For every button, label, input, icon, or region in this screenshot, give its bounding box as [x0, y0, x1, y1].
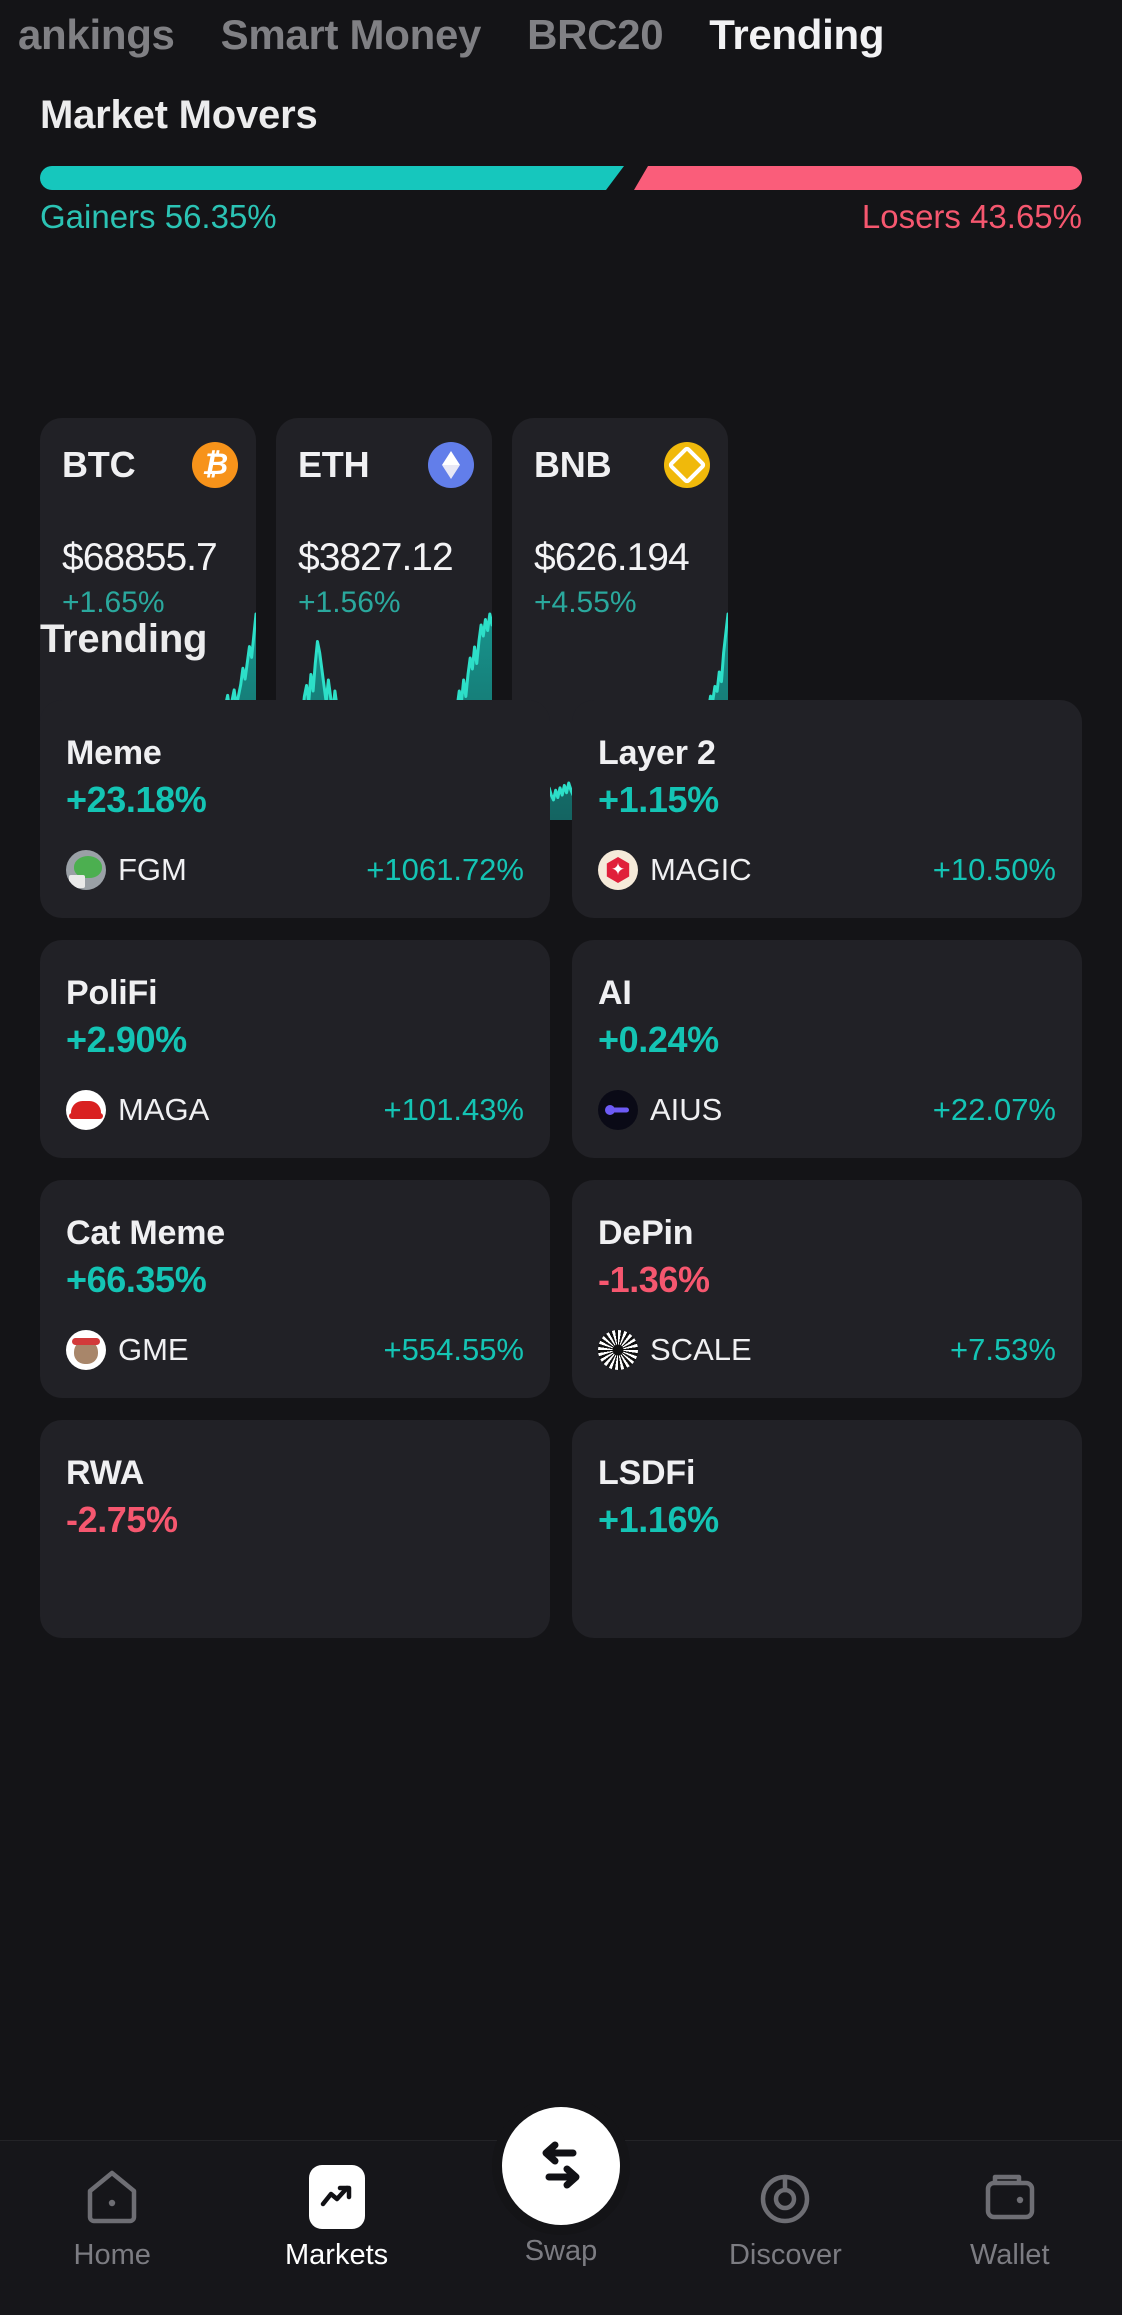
token-symbol: MAGIC — [650, 852, 752, 887]
token-change: +101.43% — [383, 1092, 524, 1127]
category-change: -1.36% — [598, 1259, 710, 1300]
nav-item-home[interactable]: Home — [22, 2169, 202, 2272]
trending-card-depin[interactable]: DePin -1.36% SCALE +7.53% — [572, 1180, 1082, 1398]
trending-card-ai[interactable]: AI +0.24% AIUS +22.07% — [572, 940, 1082, 1158]
pepe-avatar — [66, 850, 106, 890]
wallet-icon — [982, 2169, 1038, 2225]
top-tab-bar: ankings Smart Money BRC20 Trending — [0, 0, 1122, 70]
tab-brc20[interactable]: BRC20 — [527, 11, 664, 59]
token-change: +1061.72% — [366, 852, 524, 887]
category-name: Cat Meme — [66, 1214, 226, 1252]
category-name: Layer 2 — [598, 734, 716, 772]
trending-grid: Meme +23.18% FGM +1061.72% Layer 2 +1.15… — [40, 700, 1082, 1638]
category-name: Meme — [66, 734, 162, 772]
gainers-losers-bar — [40, 166, 1082, 190]
tab-trending[interactable]: Trending — [709, 11, 884, 59]
token-row[interactable]: MAGA +101.43% — [66, 1090, 524, 1130]
category-change: +2.90% — [66, 1019, 187, 1060]
trending-card-rwa[interactable]: RWA -2.75% — [40, 1420, 550, 1638]
gainers-bar-segment — [40, 166, 624, 190]
trending-card-layer2[interactable]: Layer 2 +1.15% MAGIC +10.50% — [572, 700, 1082, 918]
token-row[interactable]: GME +554.55% — [66, 1330, 524, 1370]
category-change: -2.75% — [66, 1499, 178, 1540]
gainers-losers-labels: Gainers 56.35% Losers 43.65% — [40, 198, 1082, 236]
category-change: +1.15% — [598, 779, 719, 820]
token-symbol: SCALE — [650, 1332, 752, 1367]
coin-price: $68855.7 — [62, 536, 218, 579]
card-header: BTC — [62, 442, 238, 488]
markets-icon — [308, 2165, 365, 2229]
category-name: RWA — [66, 1454, 145, 1492]
token-row[interactable]: SCALE +7.53% — [598, 1330, 1056, 1370]
coin-symbol: BTC — [62, 444, 136, 485]
swap-icon[interactable] — [501, 2107, 620, 2225]
coin-symbol: BNB — [534, 444, 612, 485]
category-name: DePin — [598, 1214, 694, 1252]
trending-card-meme[interactable]: Meme +23.18% FGM +1061.72% — [40, 700, 550, 918]
discover-icon — [757, 2169, 813, 2225]
token-symbol: FGM — [118, 852, 187, 887]
token-change: +7.53% — [949, 1332, 1056, 1367]
token-symbol: MAGA — [118, 1092, 210, 1127]
category-change: +23.18% — [66, 779, 207, 820]
cat-avatar — [66, 1330, 106, 1370]
bitcoin-icon — [192, 442, 238, 488]
coin-price: $626.194 — [534, 536, 690, 579]
coin-symbol: ETH — [298, 444, 370, 485]
category-name: PoliFi — [66, 974, 158, 1012]
nav-label: Home — [73, 2239, 151, 2271]
gainers-label: Gainers 56.35% — [40, 198, 277, 235]
bnb-icon — [664, 442, 710, 488]
nav-label: Swap — [524, 2235, 598, 2267]
category-name: LSDFi — [598, 1454, 696, 1492]
trending-title: Trending — [40, 617, 208, 661]
tab-rankings[interactable]: ankings — [18, 11, 175, 59]
card-header: BNB — [534, 442, 710, 488]
token-change: +22.07% — [932, 1092, 1056, 1127]
category-change: +0.24% — [598, 1019, 719, 1060]
token-row[interactable]: AIUS +22.07% — [598, 1090, 1056, 1130]
tab-smart-money[interactable]: Smart Money — [221, 11, 482, 59]
category-change: +66.35% — [66, 1259, 207, 1300]
nav-item-wallet[interactable]: Wallet — [920, 2169, 1100, 2272]
nav-label: Discover — [728, 2239, 842, 2271]
scale-avatar — [598, 1330, 638, 1370]
token-symbol: AIUS — [650, 1092, 723, 1127]
aius-avatar — [598, 1090, 638, 1130]
trending-card-cat-meme[interactable]: Cat Meme +66.35% GME +554.55% — [40, 1180, 550, 1398]
magic-avatar — [598, 850, 638, 890]
token-change: +10.50% — [932, 852, 1056, 887]
card-header: ETH — [298, 442, 474, 488]
nav-label: Wallet — [970, 2239, 1050, 2271]
losers-label: Losers 43.65% — [861, 198, 1082, 235]
trending-card-lsdfi[interactable]: LSDFi +1.16% — [572, 1420, 1082, 1638]
bottom-nav-bar: Home Markets Swap Discover Wallet — [0, 2107, 1122, 2315]
category-change: +1.16% — [598, 1499, 719, 1540]
nav-label: Markets — [285, 2239, 389, 2271]
market-movers-title: Market Movers — [40, 93, 318, 137]
trending-screen: ankings Smart Money BRC20 Trending Marke… — [0, 0, 1122, 2315]
nav-item-discover[interactable]: Discover — [695, 2169, 875, 2272]
token-change: +554.55% — [383, 1332, 524, 1367]
category-name: AI — [598, 974, 632, 1012]
losers-bar-segment — [634, 166, 1082, 190]
token-row[interactable]: MAGIC +10.50% — [598, 850, 1056, 890]
token-row[interactable]: FGM +1061.72% — [66, 850, 524, 890]
maga-cap-avatar — [66, 1090, 106, 1130]
coin-price: $3827.12 — [298, 536, 454, 579]
nav-item-markets[interactable]: Markets — [247, 2165, 427, 2272]
ethereum-icon — [428, 442, 474, 488]
trending-card-polifi[interactable]: PoliFi +2.90% MAGA +101.43% — [40, 940, 550, 1158]
home-icon — [84, 2169, 140, 2225]
token-symbol: GME — [118, 1332, 189, 1367]
